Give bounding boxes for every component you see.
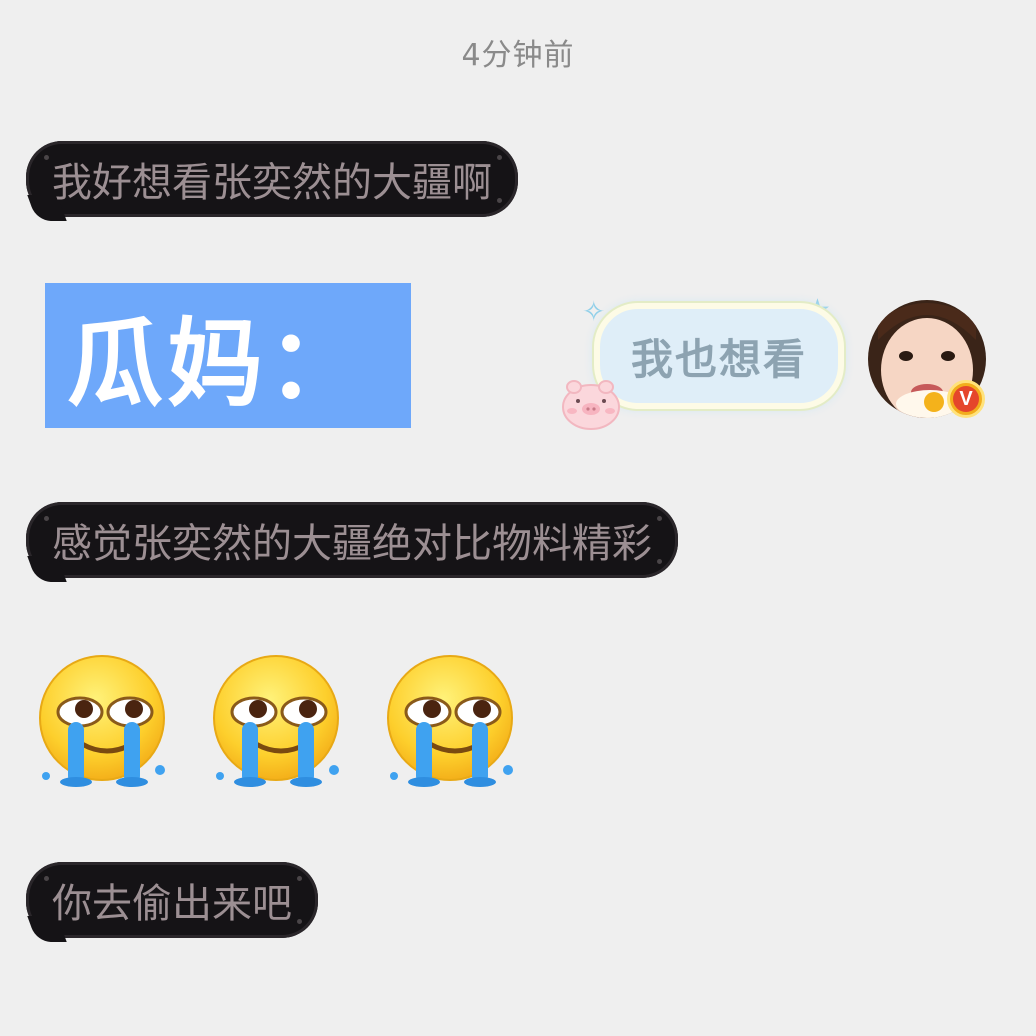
bubble-decoration-dot	[44, 876, 49, 881]
message-bubble[interactable]: 感觉张奕然的大疆绝对比物料精彩	[26, 502, 678, 582]
pig-sticker-icon	[562, 380, 620, 430]
message-text: 感觉张奕然的大疆绝对比物料精彩	[52, 521, 652, 567]
reply-bubble[interactable]: 我也想看	[594, 303, 844, 409]
crying-face-emoji[interactable]	[206, 652, 346, 792]
message-text: 我好想看张奕然的大疆啊	[52, 160, 492, 206]
bubble-decoration-dot	[44, 516, 49, 521]
message-bubble[interactable]: 你去偷出来吧	[26, 862, 318, 942]
bubble-decoration-dot	[297, 919, 302, 924]
bubble-decoration-dot	[44, 155, 49, 160]
crying-face-emoji[interactable]	[32, 652, 172, 792]
reply-text: 我也想看	[630, 334, 807, 384]
verified-badge-label: V	[953, 386, 979, 412]
sender-label: 瓜妈：	[45, 283, 411, 428]
crying-face-emoji[interactable]	[380, 652, 520, 792]
message-bubble[interactable]: 我好想看张奕然的大疆啊	[26, 141, 518, 221]
bubble-decoration-dot	[497, 198, 502, 203]
bubble-decoration-dot	[497, 155, 502, 160]
reply-message[interactable]: ✧ ★ 我也想看	[560, 293, 850, 435]
bubble-decoration-dot	[297, 876, 302, 881]
bubble-decoration-dot	[657, 516, 662, 521]
message-timestamp: 4分钟前	[461, 38, 575, 73]
message-text: 你去偷出来吧	[52, 881, 292, 927]
bubble-decoration-dot	[657, 559, 662, 564]
verified-badge-icon: V	[947, 380, 985, 418]
